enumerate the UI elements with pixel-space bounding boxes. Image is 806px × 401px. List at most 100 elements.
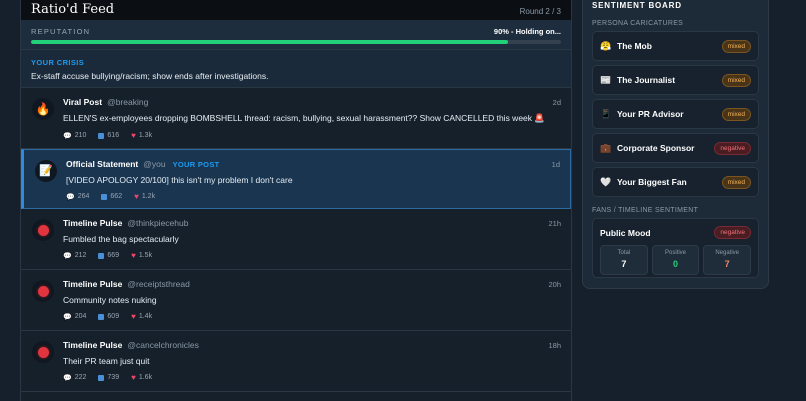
persona-name: Your Biggest Fan — [617, 177, 687, 187]
post-stats: 💬 210 616 ♥ 1.3k — [63, 131, 561, 140]
feed-header: Ratio'd Feed Round 2 / 3 — [21, 0, 571, 20]
comment-button[interactable]: 💬 204 — [63, 312, 86, 321]
fans-label: FANS / TIMELINE SENTIMENT — [592, 207, 699, 214]
heart-icon: ♥ — [131, 373, 136, 382]
post-stats: 💬 264 662 ♥ 1.2k — [66, 192, 560, 201]
post-handle[interactable]: @breaking — [107, 97, 148, 107]
repost-button[interactable]: 669 — [98, 251, 119, 260]
like-button[interactable]: ♥ 1.2k — [134, 192, 155, 201]
sentiment-pill: mixed — [721, 39, 751, 53]
post-handle[interactable]: @cancelchronicles — [127, 340, 198, 350]
comment-icon: 💬 — [63, 132, 72, 140]
flame-icon: 🔥 — [35, 102, 51, 116]
crisis-banner: YOUR CRISIS Ex-staff accuse bullying/rac… — [21, 50, 571, 88]
board-title: SENTIMENT BOARD — [592, 1, 682, 10]
comment-button[interactable]: 💬 222 — [63, 373, 86, 382]
post-avatar — [32, 280, 54, 302]
persona-card-pr-advisor[interactable]: 📱 Your PR Advisor mixed — [592, 99, 759, 129]
repost-button[interactable]: 739 — [98, 373, 119, 382]
comment-count: 264 — [77, 193, 90, 200]
comment-icon: 💬 — [66, 193, 75, 201]
reputation-label: REPUTATION — [31, 27, 91, 36]
sentiment-pill: mixed — [721, 175, 751, 189]
post-text: Fumbled the bag spectacularly — [63, 234, 179, 244]
feed-title: Ratio'd Feed — [31, 2, 115, 17]
post-time: 2d — [552, 98, 561, 107]
post-handle[interactable]: @receiptsthread — [127, 279, 190, 289]
negative-value: 7 — [724, 259, 730, 269]
negative-label: Negative — [715, 250, 740, 256]
heart-icon: ♥ — [131, 251, 136, 260]
post-author[interactable]: Timeline Pulse — [63, 279, 122, 289]
comment-icon: 💬 — [63, 313, 72, 321]
like-count: 1.3k — [138, 132, 153, 139]
post-author[interactable]: Official Statement — [66, 159, 138, 169]
repost-icon — [98, 374, 105, 381]
persona-name: Corporate Sponsor — [617, 143, 695, 153]
heart-icon: ♥ — [134, 192, 139, 201]
mood-total-cell: Total 7 — [600, 245, 648, 275]
total-label: Total — [617, 250, 631, 256]
newspaper-icon: 📰 — [600, 74, 612, 85]
repost-count: 669 — [107, 252, 120, 259]
comment-icon: 💬 — [63, 252, 72, 260]
post-text: Their PR team just quit — [63, 356, 150, 366]
post-text: ELLEN'S ex-employees dropping BOMBSHELL … — [63, 113, 545, 123]
like-button[interactable]: ♥ 1.5k — [131, 251, 152, 260]
heart-icon: ♥ — [131, 312, 136, 321]
post-author[interactable]: Viral Post — [63, 97, 102, 107]
personas-label: PERSONA CARICATURES — [592, 20, 684, 27]
heart-icon: 🤍 — [600, 176, 612, 187]
post-author[interactable]: Timeline Pulse — [63, 340, 122, 350]
like-button[interactable]: ♥ 1.4k — [131, 312, 152, 321]
post-card[interactable]: Timeline Pulse @cancelchronicles 18h The… — [21, 331, 571, 392]
mood-sentiment-pill: negative — [714, 226, 751, 239]
repost-button[interactable]: 616 — [98, 131, 119, 140]
persona-name: The Mob — [617, 41, 652, 51]
repost-button[interactable]: 662 — [101, 192, 122, 201]
repost-count: 616 — [107, 132, 120, 139]
comment-count: 204 — [74, 313, 87, 320]
mood-title: Public Mood — [600, 227, 651, 238]
post-time: 18h — [548, 341, 561, 350]
post-stats: 💬 204 609 ♥ 1.4k — [63, 312, 561, 321]
post-handle[interactable]: @you — [143, 159, 165, 169]
repost-icon — [98, 132, 105, 139]
sentiment-board: SENTIMENT BOARD PERSONA CARICATURES 😤 The… — [582, 0, 769, 289]
post-card-own[interactable]: 📝 Official Statement @you YOUR POST 1d [… — [21, 149, 571, 209]
repost-icon — [98, 313, 105, 320]
repost-button[interactable]: 609 — [98, 312, 119, 321]
post-author[interactable]: Timeline Pulse — [63, 218, 122, 228]
sentiment-pill: mixed — [721, 107, 751, 121]
positive-value: 0 — [673, 259, 679, 269]
post-card[interactable]: Timeline Pulse @receiptsthread 20h Commu… — [21, 270, 571, 331]
round-indicator: Round 2 / 3 — [519, 7, 561, 16]
sentiment-pill: negative — [714, 141, 751, 155]
angry-face-icon: 😤 — [600, 40, 612, 51]
post-time: 21h — [548, 219, 561, 228]
persona-card-journalist[interactable]: 📰 The Journalist mixed — [592, 65, 759, 95]
repost-icon — [98, 252, 105, 259]
post-card[interactable]: 🔥 Viral Post @breaking 2d ELLEN'S ex-emp… — [21, 88, 571, 149]
persona-card-mob[interactable]: 😤 The Mob mixed — [592, 31, 759, 61]
your-post-badge: YOUR POST — [172, 160, 220, 169]
post-avatar: 📝 — [35, 160, 57, 182]
like-count: 1.5k — [138, 252, 153, 259]
briefcase-icon: 💼 — [600, 142, 612, 153]
repost-count: 739 — [107, 374, 120, 381]
document-icon: 📝 — [39, 164, 53, 177]
red-dot-icon — [37, 224, 49, 236]
post-avatar: 🔥 — [32, 98, 54, 120]
persona-card-fan[interactable]: 🤍 Your Biggest Fan mixed — [592, 167, 759, 197]
mood-negative-cell: Negative 7 — [703, 245, 752, 275]
like-button[interactable]: ♥ 1.6k — [131, 373, 152, 382]
comment-button[interactable]: 💬 212 — [63, 251, 86, 260]
reputation-section: REPUTATION 90% - Holding on... — [21, 20, 571, 50]
post-avatar — [32, 341, 54, 363]
post-card[interactable]: Timeline Pulse @thinkpiecehub 21h Fumble… — [21, 209, 571, 270]
comment-button[interactable]: 💬 264 — [66, 192, 89, 201]
like-button[interactable]: ♥ 1.3k — [131, 131, 152, 140]
post-handle[interactable]: @thinkpiecehub — [127, 218, 188, 228]
persona-card-sponsor[interactable]: 💼 Corporate Sponsor negative — [592, 133, 759, 163]
comment-button[interactable]: 💬 210 — [63, 131, 86, 140]
